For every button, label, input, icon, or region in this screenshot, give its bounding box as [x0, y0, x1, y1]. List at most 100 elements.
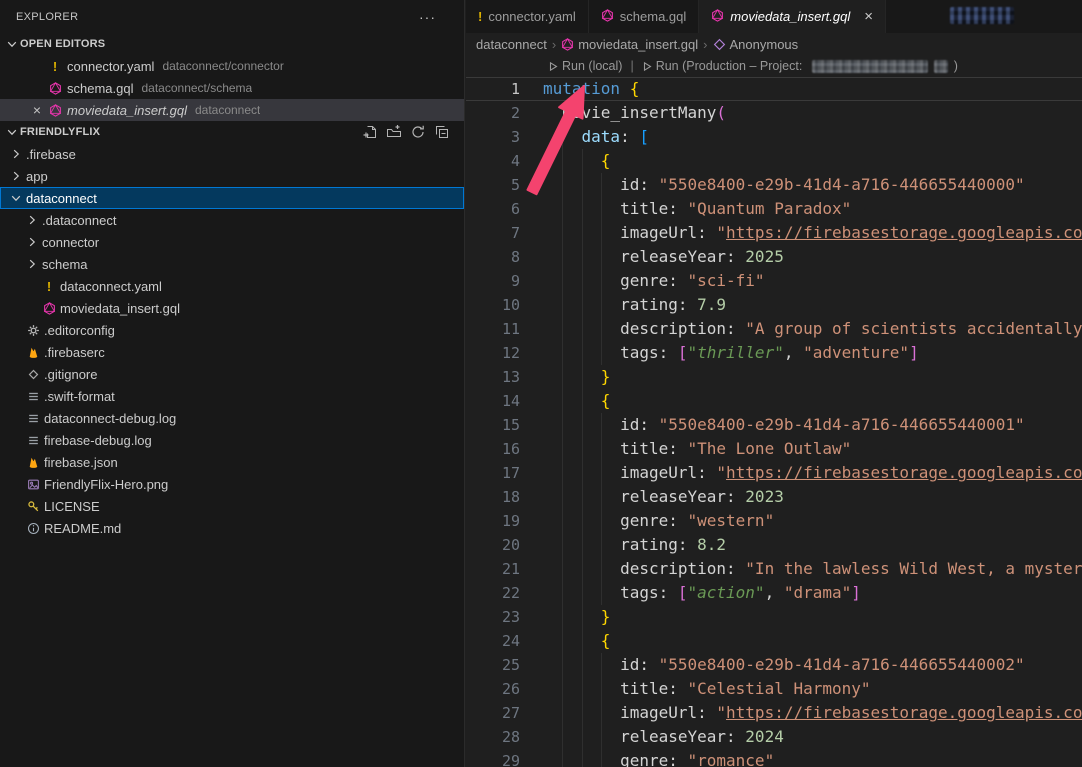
tab-connector.yaml[interactable]: !connector.yaml [466, 0, 589, 33]
code-line[interactable]: 26 title: "Celestial Harmony" [466, 677, 1082, 701]
tab-bar: !connector.yamlschema.gqlmoviedata_inser… [466, 0, 1082, 33]
code-line[interactable]: 23 } [466, 605, 1082, 629]
tree-item-.editorconfig[interactable]: .editorconfig [0, 319, 464, 341]
tab-schema.gql[interactable]: schema.gql [589, 0, 699, 33]
tree-item-.firebase[interactable]: .firebase [0, 143, 464, 165]
breadcrumb-item-moviedata_insert.gql[interactable]: moviedata_insert.gql [561, 37, 698, 52]
tree-item-label: dataconnect-debug.log [44, 411, 176, 426]
code-line[interactable]: 14 { [466, 389, 1082, 413]
tree-item-.dataconnect[interactable]: .dataconnect [0, 209, 464, 231]
line-number: 17 [466, 461, 543, 485]
code-line[interactable]: 18 releaseYear: 2023 [466, 485, 1082, 509]
more-actions-icon[interactable]: ··· [419, 9, 436, 25]
open-editor-path: dataconnect [195, 103, 260, 117]
tree-item-.gitignore[interactable]: .gitignore [0, 363, 464, 385]
tree-item-moviedata_insert.gql[interactable]: moviedata_insert.gql [0, 297, 464, 319]
redacted-window-control [950, 7, 1014, 24]
tree-item-FriendlyFlix-Hero.png[interactable]: FriendlyFlix-Hero.png [0, 473, 464, 495]
open-editors-header[interactable]: OPEN EDITORS [0, 33, 464, 55]
tree-item-.firebaserc[interactable]: .firebaserc [0, 341, 464, 363]
open-editors-list: !connector.yamldataconnect/connectorsche… [0, 55, 464, 121]
editor-area: !connector.yamlschema.gqlmoviedata_inser… [466, 0, 1082, 767]
chevron-right-icon [24, 212, 40, 228]
code-line[interactable]: 28 releaseYear: 2024 [466, 725, 1082, 749]
code-line[interactable]: 13 } [466, 365, 1082, 389]
code-line[interactable]: 1mutation { [466, 77, 1082, 101]
code-line[interactable]: 19 genre: "western" [466, 509, 1082, 533]
line-number: 9 [466, 269, 543, 293]
tree-item-label: .dataconnect [42, 213, 116, 228]
code-line[interactable]: 17 imageUrl: "https://firebasestorage.go… [466, 461, 1082, 485]
git-icon [24, 368, 42, 381]
operation-icon [713, 38, 726, 51]
line-number: 16 [466, 437, 543, 461]
code-line[interactable]: 22 tags: ["action", "drama"] [466, 581, 1082, 605]
lines-icon [24, 412, 42, 425]
refresh-button[interactable] [410, 124, 426, 140]
close-icon[interactable]: × [28, 102, 46, 118]
play-icon [642, 61, 652, 72]
open-editor-item[interactable]: schema.gqldataconnect/schema [0, 77, 464, 99]
code-line[interactable]: 24 { [466, 629, 1082, 653]
explorer-header: EXPLORER ··· [0, 0, 464, 33]
open-editor-item[interactable]: ×moviedata_insert.gqldataconnect [0, 99, 464, 121]
code-line[interactable]: 7 imageUrl: "https://firebasestorage.goo… [466, 221, 1082, 245]
code-line[interactable]: 2 movie_insertMany( [466, 101, 1082, 125]
line-number: 29 [466, 749, 543, 767]
breadcrumb-item-Anonymous[interactable]: Anonymous [713, 37, 799, 52]
project-actions [362, 124, 464, 140]
breadcrumb-separator: › [703, 37, 707, 52]
tree-item-dataconnect.yaml[interactable]: !dataconnect.yaml [0, 275, 464, 297]
code-line[interactable]: 8 releaseYear: 2025 [466, 245, 1082, 269]
code-line[interactable]: 25 id: "550e8400-e29b-41d4-a716-44665544… [466, 653, 1082, 677]
project-section-header[interactable]: FRIENDLYFLIX [0, 121, 464, 143]
run-production-label: Run (Production – Project: [656, 59, 806, 73]
tree-item-label: README.md [44, 521, 121, 536]
tab-moviedata_insert.gql[interactable]: moviedata_insert.gql × [699, 0, 886, 33]
code-line[interactable]: 27 imageUrl: "https://firebasestorage.go… [466, 701, 1082, 725]
tree-item-.swift-format[interactable]: .swift-format [0, 385, 464, 407]
line-content: tags: ["action", "drama"] [543, 581, 1082, 605]
code-line[interactable]: 9 genre: "sci-fi" [466, 269, 1082, 293]
code-line[interactable]: 12 tags: ["thriller", "adventure"] [466, 341, 1082, 365]
run-production-button[interactable]: Run (Production – Project: ) [642, 59, 958, 73]
code-line[interactable]: 20 rating: 8.2 [466, 533, 1082, 557]
code-line[interactable]: 29 genre: "romance" [466, 749, 1082, 767]
code-editor[interactable]: 1mutation {2 movie_insertMany(3 data: [4… [466, 77, 1082, 767]
line-content: { [543, 389, 1082, 413]
code-line[interactable]: 15 id: "550e8400-e29b-41d4-a716-44665544… [466, 413, 1082, 437]
tree-item-label: dataconnect [26, 191, 97, 206]
tab-label: moviedata_insert.gql [730, 9, 850, 24]
tree-item-dataconnect-debug.log[interactable]: dataconnect-debug.log [0, 407, 464, 429]
collapse-all-button[interactable] [434, 124, 450, 140]
code-line[interactable]: 5 id: "550e8400-e29b-41d4-a716-446655440… [466, 173, 1082, 197]
line-number: 11 [466, 317, 543, 341]
code-line[interactable]: 16 title: "The Lone Outlaw" [466, 437, 1082, 461]
code-line[interactable]: 11 description: "A group of scientists a… [466, 317, 1082, 341]
code-line[interactable]: 6 title: "Quantum Paradox" [466, 197, 1082, 221]
tree-item-app[interactable]: app [0, 165, 464, 187]
tree-item-README.md[interactable]: README.md [0, 517, 464, 539]
code-line[interactable]: 21 description: "In the lawless Wild Wes… [466, 557, 1082, 581]
graphql-icon [601, 9, 614, 25]
line-content: genre: "sci-fi" [543, 269, 1082, 293]
line-number: 12 [466, 341, 543, 365]
tree-item-dataconnect[interactable]: dataconnect [0, 187, 464, 209]
tree-item-schema[interactable]: schema [0, 253, 464, 275]
tree-item-connector[interactable]: connector [0, 231, 464, 253]
code-line[interactable]: 3 data: [ [466, 125, 1082, 149]
code-line[interactable]: 10 rating: 7.9 [466, 293, 1082, 317]
tree-item-firebase.json[interactable]: firebase.json [0, 451, 464, 473]
new-file-button[interactable] [362, 124, 378, 140]
tree-item-firebase-debug.log[interactable]: firebase-debug.log [0, 429, 464, 451]
run-local-button[interactable]: Run (local) [548, 59, 622, 73]
line-content: description: "A group of scientists acci… [543, 317, 1082, 341]
close-icon[interactable]: × [864, 9, 873, 24]
new-folder-button[interactable] [386, 124, 402, 140]
breadcrumb-item-dataconnect[interactable]: dataconnect [476, 37, 547, 52]
file-tree: .firebaseapp dataconnect .dataconnect conne… [0, 143, 464, 539]
open-editor-item[interactable]: !connector.yamldataconnect/connector [0, 55, 464, 77]
code-line[interactable]: 4 { [466, 149, 1082, 173]
tree-item-LICENSE[interactable]: LICENSE [0, 495, 464, 517]
tree-item-label: firebase-debug.log [44, 433, 152, 448]
